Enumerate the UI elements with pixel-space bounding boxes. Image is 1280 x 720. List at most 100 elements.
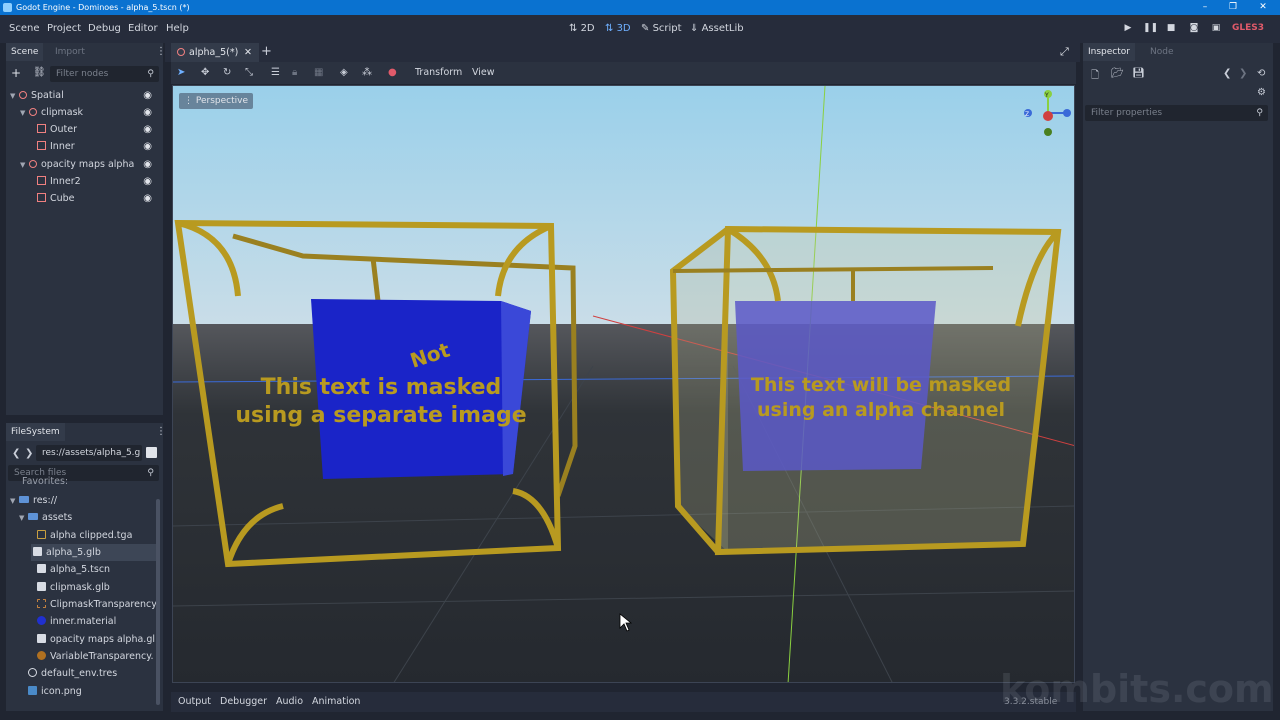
fs-item-assets[interactable]: ▼ assets xyxy=(10,509,155,526)
tab-scene[interactable]: Scene xyxy=(6,43,44,61)
play-custom-scene-icon[interactable]: ▣ xyxy=(1209,23,1223,35)
menu-editor[interactable]: Editor xyxy=(128,23,158,34)
history-back-icon[interactable]: ❮ xyxy=(1223,68,1231,79)
tree-node-opacity-maps-alpha[interactable]: ▼ opacity maps alpha ◉ xyxy=(10,156,160,173)
fs-item-label: alpha_5.glb xyxy=(46,547,101,558)
collapse-arrow-icon[interactable]: ▼ xyxy=(10,88,19,105)
snap-icon[interactable]: ⁂ xyxy=(362,67,372,78)
camera-preview-icon[interactable]: ● xyxy=(388,67,397,78)
3d-viewport[interactable]: This text is masked using a separate ima… xyxy=(172,85,1075,683)
tab-node[interactable]: Node xyxy=(1145,43,1179,61)
menu-project[interactable]: Project xyxy=(47,23,81,34)
tab-output[interactable]: Output xyxy=(178,696,211,707)
add-node-icon[interactable]: + xyxy=(11,66,21,80)
gizmo-z-axis[interactable] xyxy=(1063,109,1071,117)
distraction-free-icon[interactable]: ⤢ xyxy=(1060,45,1069,59)
visibility-eye-icon[interactable]: ◉ xyxy=(143,156,152,173)
fs-item-res[interactable]: ▼ res:// xyxy=(10,492,155,509)
gizmo-x-axis[interactable] xyxy=(1043,111,1053,121)
play-icon[interactable]: ▶ xyxy=(1121,23,1135,35)
visibility-eye-icon[interactable]: ◉ xyxy=(143,190,152,207)
workspace-2d-button[interactable]: ⇅ 2D xyxy=(569,23,595,34)
tab-filesystem[interactable]: FileSystem xyxy=(6,423,65,441)
tab-animation[interactable]: Animation xyxy=(312,696,360,707)
save-resource-icon[interactable]: 💾︎ xyxy=(1132,68,1145,79)
visibility-eye-icon[interactable]: ◉ xyxy=(143,138,152,155)
fs-item-alpha-5-tscn[interactable]: alpha_5.tscn xyxy=(10,561,155,578)
visibility-eye-icon[interactable]: ◉ xyxy=(143,104,152,121)
collapse-arrow-icon[interactable]: ▼ xyxy=(20,105,29,122)
fs-item-variable-transparency[interactable]: VariableTransparency. xyxy=(10,648,155,665)
workspace-3d-button[interactable]: ⇅ 3D xyxy=(605,23,631,34)
menu-help[interactable]: Help xyxy=(166,23,189,34)
fs-item-icon-png[interactable]: icon.png xyxy=(10,683,155,700)
close-icon[interactable]: ✕ xyxy=(1248,0,1278,15)
rotate-tool-icon[interactable]: ↻ xyxy=(223,67,231,78)
menu-scene[interactable]: Scene xyxy=(9,23,40,34)
split-view-icon[interactable] xyxy=(146,447,157,458)
maximize-icon[interactable]: ❐ xyxy=(1218,0,1248,15)
object-properties-icon[interactable]: ⚙ xyxy=(1257,87,1266,98)
open-resource-icon[interactable]: 📂︎ xyxy=(1111,68,1124,79)
fs-item-clipmask-transparency[interactable]: ClipmaskTransparency xyxy=(10,596,160,613)
forward-arrow-icon[interactable]: ❯ xyxy=(25,448,33,459)
group-icon[interactable]: ▦ xyxy=(314,67,323,78)
history-forward-icon[interactable]: ❯ xyxy=(1239,68,1247,79)
collapse-arrow-icon[interactable]: ▼ xyxy=(19,510,28,527)
add-tab-icon[interactable]: + xyxy=(261,44,272,59)
path-field[interactable]: res://assets/alpha_5.g xyxy=(36,445,142,461)
play-scene-icon[interactable]: ◙ xyxy=(1187,23,1201,35)
tree-node-inner2[interactable]: Inner2 ◉ xyxy=(10,173,160,190)
list-select-icon[interactable]: ☰ xyxy=(271,67,280,78)
stop-icon[interactable]: ■ xyxy=(1164,23,1178,35)
view-menu[interactable]: View xyxy=(472,67,495,78)
back-arrow-icon[interactable]: ❮ xyxy=(12,448,20,459)
tree-node-outer[interactable]: Outer ◉ xyxy=(10,121,160,138)
renderer-badge[interactable]: GLES3 xyxy=(1232,23,1264,33)
tree-node-clipmask[interactable]: ▼ clipmask ◉ xyxy=(10,104,160,121)
tree-node-spatial[interactable]: ▼ Spatial ◉ xyxy=(10,87,160,104)
visibility-eye-icon[interactable]: ◉ xyxy=(143,173,152,190)
select-tool-icon[interactable]: ➤ xyxy=(177,67,185,78)
filesystem-scrollbar[interactable] xyxy=(156,499,160,705)
gizmo-neg-y-axis[interactable] xyxy=(1044,128,1052,136)
viewport-toolbar: ➤ ✥ ↻ ⤡ ☰ 🔒︎ ▦ ◈ ⁂ ● Transform View xyxy=(171,62,1076,84)
fs-item-clipmask-glb[interactable]: clipmask.glb xyxy=(10,579,155,596)
tree-node-inner[interactable]: Inner ◉ xyxy=(10,138,160,155)
tab-audio[interactable]: Audio xyxy=(276,696,303,707)
workspace-assetlib-button[interactable]: ⇓ AssetLib xyxy=(690,23,744,34)
move-tool-icon[interactable]: ✥ xyxy=(201,67,209,78)
history-icon[interactable]: ⟲ xyxy=(1257,68,1265,79)
scale-tool-icon[interactable]: ⤡ xyxy=(245,67,253,78)
collapse-arrow-icon[interactable]: ▼ xyxy=(10,493,19,510)
favorites-header[interactable]: Favorites: xyxy=(10,476,155,488)
local-space-icon[interactable]: ◈ xyxy=(340,67,348,78)
fs-item-opacity-maps-alpha[interactable]: opacity maps alpha.gl xyxy=(10,631,155,648)
visibility-eye-icon[interactable]: ◉ xyxy=(143,121,152,138)
new-resource-icon[interactable]: 🗋︎ xyxy=(1091,68,1099,85)
pause-icon[interactable]: ❚❚ xyxy=(1143,23,1158,35)
transform-menu[interactable]: Transform xyxy=(415,67,462,78)
menu-debug[interactable]: Debug xyxy=(88,23,121,34)
fs-item-alpha-clipped-tga[interactable]: alpha clipped.tga xyxy=(10,527,155,544)
filter-nodes-input[interactable]: Filter nodes ⚲ xyxy=(50,66,159,82)
fs-item-default-env[interactable]: default_env.tres xyxy=(10,665,155,682)
fs-item-label: res:// xyxy=(33,495,58,506)
filter-properties-input[interactable]: Filter properties ⚲ xyxy=(1085,105,1268,121)
tab-inspector[interactable]: Inspector xyxy=(1083,43,1135,61)
tab-import[interactable]: Import xyxy=(50,43,90,61)
minimize-icon[interactable]: – xyxy=(1190,0,1220,15)
tree-node-cube[interactable]: Cube ◉ xyxy=(10,190,160,207)
workspace-script-button[interactable]: ✎ Script xyxy=(641,23,682,34)
lock-icon[interactable]: 🔒︎ xyxy=(292,67,297,78)
tab-alpha-5[interactable]: alpha_5(*) ✕ xyxy=(171,43,259,62)
dock-menu-icon[interactable]: ⋮ xyxy=(156,426,166,437)
fs-item-alpha-5-glb[interactable]: alpha_5.glb xyxy=(31,544,157,561)
perspective-menu[interactable]: ⋮ Perspective xyxy=(179,93,253,109)
tab-debugger[interactable]: Debugger xyxy=(220,696,267,707)
collapse-arrow-icon[interactable]: ▼ xyxy=(20,157,29,174)
visibility-eye-icon[interactable]: ◉ xyxy=(143,87,152,104)
close-tab-icon[interactable]: ✕ xyxy=(244,43,252,62)
fs-item-inner-material[interactable]: inner.material xyxy=(10,613,155,630)
instance-scene-icon[interactable]: ⛓ xyxy=(33,67,46,78)
